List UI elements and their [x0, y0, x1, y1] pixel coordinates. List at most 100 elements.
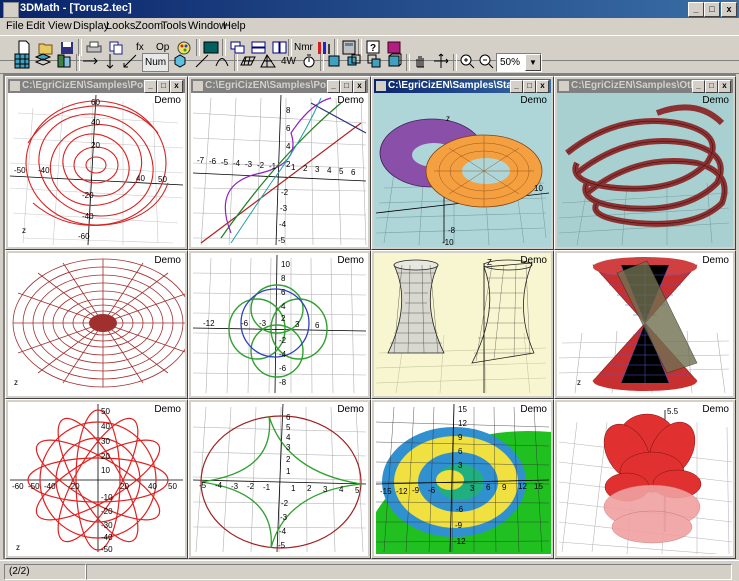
- maximize-button[interactable]: □: [340, 80, 353, 93]
- minimize-button[interactable]: _: [692, 80, 705, 93]
- plane-icon[interactable]: [238, 53, 257, 70]
- maximize-button[interactable]: □: [523, 80, 536, 93]
- toolbar-graph: Num 4W 50% ▼: [0, 51, 739, 74]
- polar-rose-plot: 60 40 20 -40 40 -20 -40 -60 50 -50 z: [9, 94, 184, 246]
- axis-tick: -20: [68, 482, 80, 491]
- minimize-button[interactable]: _: [144, 80, 157, 93]
- menu-file[interactable]: File: [6, 20, 24, 32]
- menu-help[interactable]: Help: [223, 20, 246, 32]
- graph-canvas[interactable]: Demo 60 40 20 -40 40 -20 -40 -60 50 -50 …: [8, 93, 185, 247]
- graph-window-8[interactable]: Demo z: [554, 250, 736, 399]
- menu-edit[interactable]: Edit: [26, 20, 45, 32]
- graph-window-3[interactable]: C:\EgriCizEN\Samples\Stage... _ □ x Demo…: [371, 76, 554, 250]
- menu-looks[interactable]: Looks: [106, 20, 135, 32]
- axis-tick: 3: [470, 484, 475, 493]
- graph-window-11[interactable]: Demo 15 12 9 6 3 -15 -12 -9 -6 3 6 9 12 …: [371, 399, 554, 559]
- menu-view[interactable]: View: [48, 20, 72, 32]
- menu-window[interactable]: Window: [188, 20, 227, 32]
- grid-surface-icon[interactable]: [12, 53, 31, 70]
- pan-hand-icon[interactable]: [410, 53, 429, 70]
- axis-tick: -6: [279, 364, 287, 373]
- axis-tick: -2: [257, 161, 265, 170]
- axis-tick: -40: [44, 482, 56, 491]
- line-icon[interactable]: [192, 53, 211, 70]
- document-icon: [10, 81, 20, 91]
- graph-window-5[interactable]: Demo z: [5, 250, 188, 399]
- graph-canvas[interactable]: Demo z: [557, 253, 733, 396]
- minimize-button[interactable]: _: [688, 2, 704, 17]
- number-button[interactable]: Num: [142, 53, 170, 72]
- y-axis-icon[interactable]: [100, 53, 119, 70]
- window-title-bar[interactable]: C:\EgriCizEN\Samples\Polar... _ □ x: [8, 79, 185, 93]
- axis-tick: -20: [82, 191, 94, 200]
- timer-icon[interactable]: [299, 53, 318, 70]
- zoom-in-icon[interactable]: [457, 53, 476, 70]
- maximize-button[interactable]: □: [705, 80, 718, 93]
- zoom-out-icon[interactable]: [476, 53, 495, 70]
- menu-zoom[interactable]: Zoom: [135, 20, 163, 32]
- axis-tick: 12: [458, 419, 467, 428]
- cube-icon[interactable]: [170, 53, 189, 70]
- graph-canvas[interactable]: Demo 8 6 4 2 -7 -6 -5 -4 -3 -2 -1 1 2 3 …: [191, 93, 368, 247]
- x-axis-icon[interactable]: [80, 53, 99, 70]
- menu-bar: File Edit View Display Looks Zoom Tools …: [0, 18, 739, 35]
- menu-display[interactable]: Display: [73, 20, 109, 32]
- maximize-button[interactable]: □: [704, 2, 720, 17]
- axis-tick: z: [16, 543, 20, 552]
- axis-tick: -7: [197, 156, 205, 165]
- minimize-button[interactable]: _: [327, 80, 340, 93]
- demo-label: Demo: [520, 404, 547, 415]
- view-iso-icon[interactable]: [384, 53, 403, 70]
- axis-tick: 6: [458, 447, 463, 456]
- mesh-icon[interactable]: [33, 53, 52, 70]
- graph-window-6[interactable]: Demo 10 8 6 4 2 -12 -6 -3 3 6 -2 -4 -6 -…: [188, 250, 371, 399]
- z-axis-icon[interactable]: [120, 53, 139, 70]
- graph-canvas[interactable]: Demo 10 -8 -10 z: [374, 93, 551, 247]
- graph-canvas[interactable]: Demo 5.5: [557, 402, 733, 556]
- graph-canvas[interactable]: Demo Z: [374, 253, 551, 396]
- chevron-down-icon[interactable]: ▼: [525, 54, 541, 71]
- axis-tick: -5: [199, 481, 207, 490]
- layers-icon[interactable]: [54, 53, 73, 70]
- minimize-button[interactable]: _: [510, 80, 523, 93]
- curve-icon[interactable]: [212, 53, 231, 70]
- close-button[interactable]: x: [721, 2, 737, 17]
- axis-tick: 50: [158, 175, 167, 184]
- axis-tick: -6: [209, 157, 217, 166]
- graph-window-10[interactable]: Demo 6 5 4 3 2 1 -5 -4 -3 -2 -1 1 2 3 4 …: [188, 399, 371, 559]
- maximize-button[interactable]: □: [157, 80, 170, 93]
- graph-window-1[interactable]: C:\EgriCizEN\Samples\Polar... _ □ x Demo…: [5, 76, 188, 250]
- window-title-bar[interactable]: C:\EgriCizEN\Samples\Polar... _ □ x: [191, 79, 368, 93]
- graph-canvas[interactable]: Demo z: [8, 253, 185, 396]
- window-title: C:\EgriCizEN\Samples\Polar...: [22, 80, 145, 91]
- menu-tools[interactable]: Tools: [161, 20, 187, 32]
- window-title-bar[interactable]: C:\EgriCizEN\Samples\Stage... _ □ x: [374, 79, 551, 93]
- window-title: C:\EgriCizEN\Samples\Stage...: [388, 80, 511, 91]
- close-button[interactable]: x: [718, 80, 731, 93]
- graph-canvas[interactable]: Demo 6 5 4 3 2 1 -5 -4 -3 -2 -1 1 2 3 4 …: [191, 402, 368, 556]
- graph-window-4[interactable]: C:\EgriCizEN\Samples\Other... _ □ x Demo: [554, 76, 736, 250]
- graph-canvas[interactable]: Demo 10 8 6 4 2 -12 -6 -3 3 6 -2 -4 -6 -…: [191, 253, 368, 396]
- graph-window-12[interactable]: Demo 5.5: [554, 399, 736, 559]
- close-button[interactable]: x: [536, 80, 549, 93]
- graph-window-9[interactable]: Demo 50 40 30 20 10 -60 -50 -40 -20 20 4…: [5, 399, 188, 559]
- close-button[interactable]: x: [170, 80, 183, 93]
- axis-tick: 4: [281, 302, 286, 311]
- graph-canvas[interactable]: Demo: [557, 93, 733, 247]
- axis-tick: 9: [458, 433, 463, 442]
- axis-tick: -2: [279, 336, 287, 345]
- window-title-bar[interactable]: C:\EgriCizEN\Samples\Other... _ □ x: [557, 79, 733, 93]
- axis-icon: z: [14, 378, 18, 387]
- perspective-icon[interactable]: [258, 53, 277, 70]
- view-side-icon[interactable]: [344, 53, 363, 70]
- graph-canvas[interactable]: Demo 15 12 9 6 3 -15 -12 -9 -6 3 6 9 12 …: [374, 402, 551, 556]
- four-way-button[interactable]: 4W: [279, 53, 298, 70]
- view-front-icon[interactable]: [324, 53, 343, 70]
- rotate-icon[interactable]: [431, 53, 450, 70]
- graph-canvas[interactable]: Demo 50 40 30 20 10 -60 -50 -40 -20 20 4…: [8, 402, 185, 556]
- zoom-select[interactable]: 50% ▼: [496, 53, 542, 72]
- graph-window-2[interactable]: C:\EgriCizEN\Samples\Polar... _ □ x Demo…: [188, 76, 371, 250]
- graph-window-7[interactable]: Demo Z: [371, 250, 554, 399]
- view-top-icon[interactable]: [364, 53, 383, 70]
- close-button[interactable]: x: [353, 80, 366, 93]
